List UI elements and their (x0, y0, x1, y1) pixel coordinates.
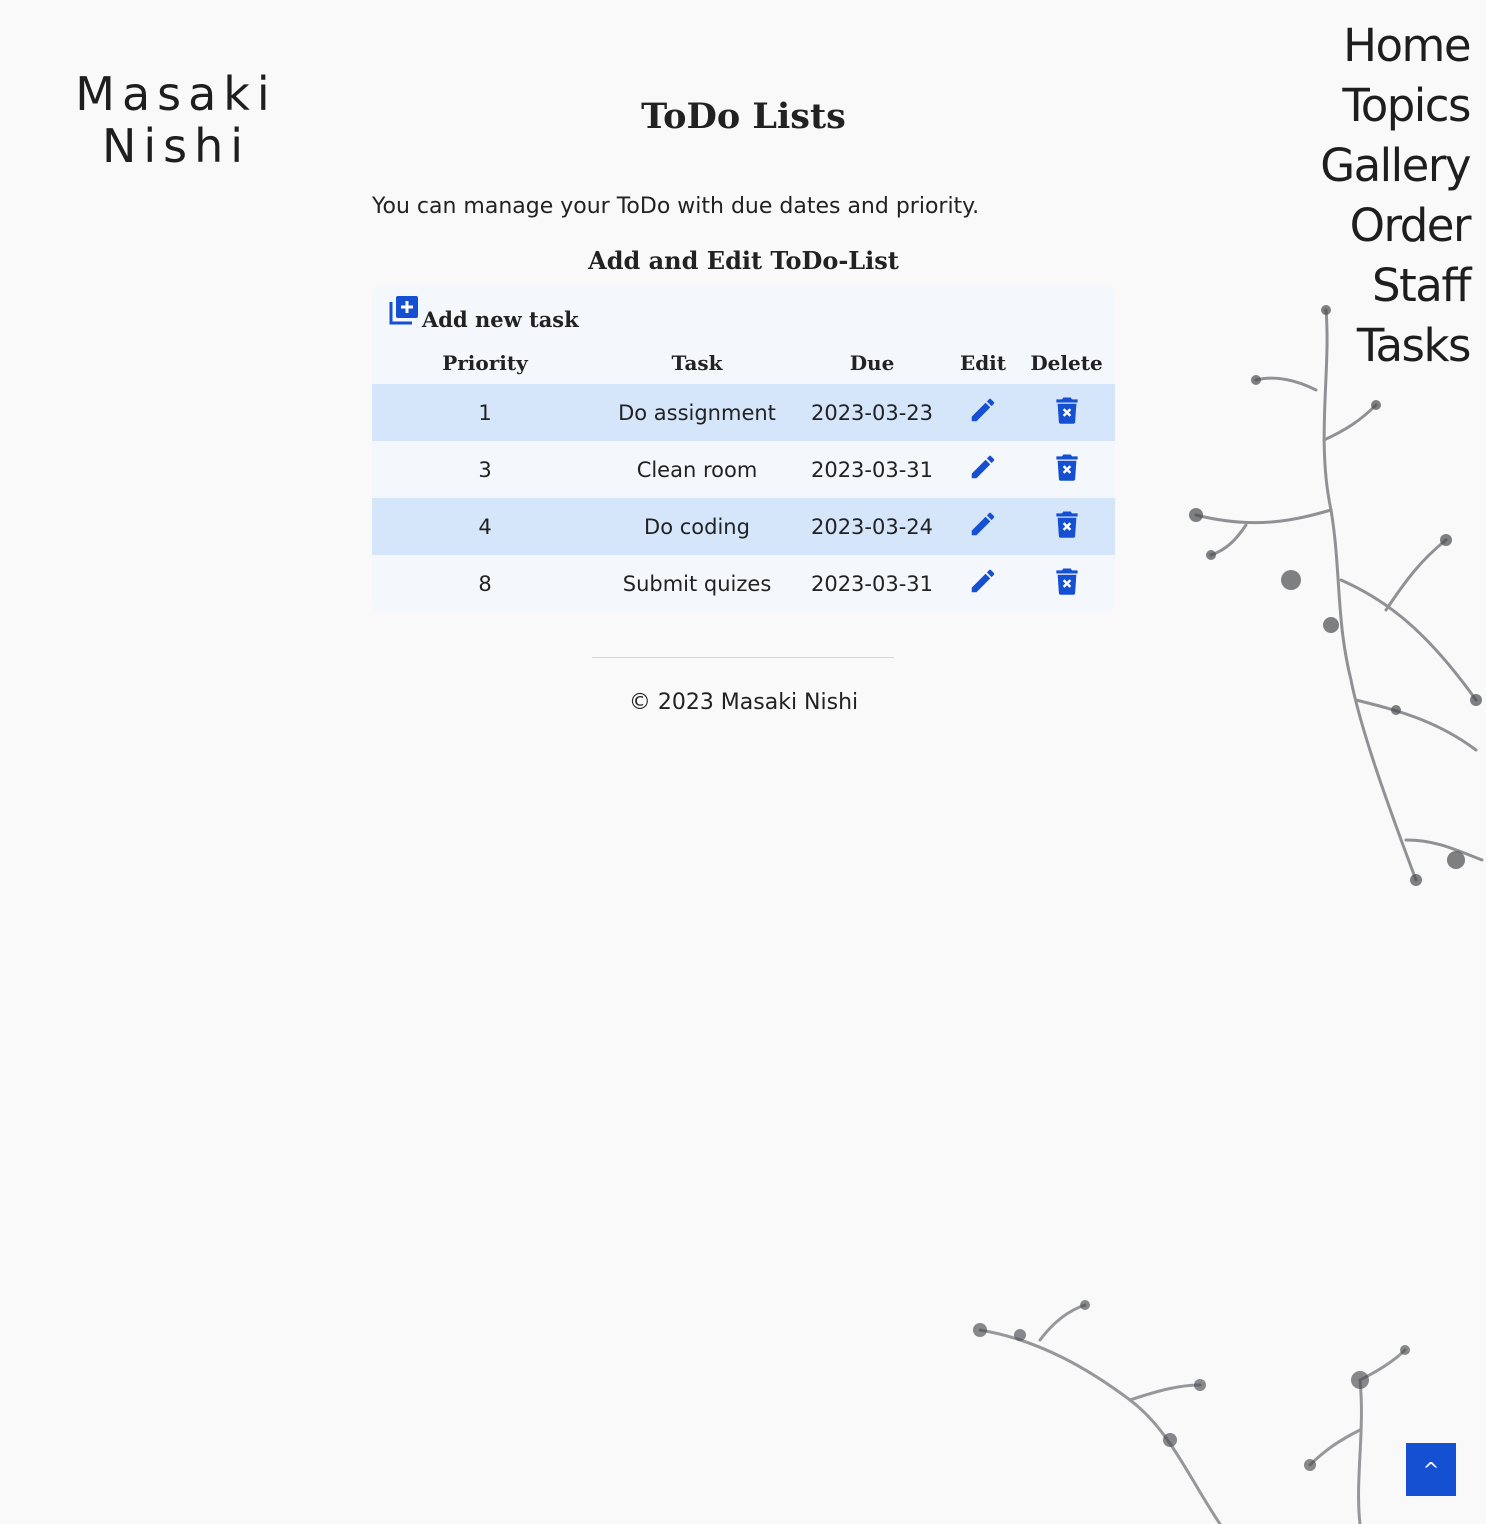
page-intro: You can manage your ToDo with due dates … (372, 194, 980, 219)
edit-button[interactable] (968, 566, 998, 596)
cell-edit (948, 498, 1018, 555)
cell-delete (1018, 441, 1115, 498)
delete-button[interactable] (1052, 452, 1082, 482)
trash-icon (1055, 454, 1078, 481)
cell-task: Clean room (636, 457, 758, 482)
nav-item-topics[interactable]: Topics (1320, 76, 1471, 136)
nav-item-tasks[interactable]: Tasks (1320, 316, 1472, 376)
trash-icon (1055, 568, 1078, 595)
cell-delete (1018, 555, 1115, 612)
cell-delete (1018, 384, 1115, 441)
add-box-icon (388, 294, 420, 326)
table-row: 4 Do coding 2023-03-24 (372, 498, 1115, 555)
header-priority[interactable]: Priority (372, 342, 598, 384)
add-new-task-label: Add new task (422, 307, 579, 332)
table-row: 3 Clean room 2023-03-31 (372, 441, 1115, 498)
pencil-icon (971, 512, 995, 536)
cell-priority: 4 (372, 498, 598, 555)
cell-due: 2023-03-23 (796, 384, 948, 441)
cell-priority: 3 (478, 457, 492, 482)
header-edit: Edit (959, 351, 1007, 375)
add-new-task-link[interactable]: Add new task (388, 294, 579, 332)
pencil-icon (971, 569, 995, 593)
table-header-row: Priority Task Due Edit Delete (372, 342, 1115, 384)
cell-delete (1018, 498, 1115, 555)
nav-item-order[interactable]: Order (1320, 196, 1472, 256)
table-row: 8 Submit quizes 2023-03-31 (372, 555, 1115, 612)
main-nav: Home Topics Gallery Order Staff Tasks (1320, 16, 1472, 376)
site-logo[interactable]: Masaki Nishi (40, 68, 312, 172)
edit-button[interactable] (968, 395, 998, 425)
header-task[interactable]: Task (598, 342, 796, 384)
cell-due: 2023-03-31 (810, 571, 934, 596)
logo-line-1: Masaki (75, 67, 277, 121)
section-title: Add and Edit ToDo-List (588, 246, 899, 275)
pencil-icon (971, 455, 995, 479)
back-to-top-button[interactable]: ^ (1406, 1443, 1456, 1496)
nav-item-staff[interactable]: Staff (1320, 256, 1471, 316)
delete-button[interactable] (1052, 509, 1082, 539)
cell-task: Submit quizes (622, 571, 772, 596)
cell-edit (948, 441, 1018, 498)
trash-icon (1055, 397, 1078, 424)
footer-divider (592, 657, 894, 658)
edit-button[interactable] (968, 509, 998, 539)
header-due[interactable]: Due (796, 342, 948, 384)
cell-edit (948, 555, 1018, 612)
edit-button[interactable] (968, 452, 998, 482)
delete-button[interactable] (1052, 395, 1082, 425)
table-row: 1 Do assignment 2023-03-23 (372, 384, 1115, 441)
nav-item-gallery[interactable]: Gallery (1320, 136, 1471, 196)
delete-button[interactable] (1052, 566, 1082, 596)
cell-edit (948, 384, 1018, 441)
footer-copyright: © 2023 Masaki Nishi (628, 690, 859, 715)
todo-table: Priority Task Due Edit Delete 1 Do assig… (372, 342, 1115, 612)
nav-item-home[interactable]: Home (1320, 16, 1471, 76)
cell-priority: 8 (478, 571, 492, 596)
pencil-icon (971, 398, 995, 422)
header-delete: Delete (1030, 351, 1103, 375)
cell-task: Do coding (598, 498, 796, 555)
trash-icon (1055, 511, 1078, 538)
cell-task: Do assignment (598, 384, 796, 441)
cell-due: 2023-03-24 (796, 498, 948, 555)
cell-due: 2023-03-31 (810, 457, 934, 482)
cell-priority: 1 (372, 384, 598, 441)
page-title: ToDo Lists (641, 96, 846, 137)
decorative-branch-image (1189, 305, 1484, 886)
todo-card: Add new task Priority Task Due Edit Dele… (372, 286, 1115, 612)
logo-line-2: Nishi (101, 119, 251, 173)
